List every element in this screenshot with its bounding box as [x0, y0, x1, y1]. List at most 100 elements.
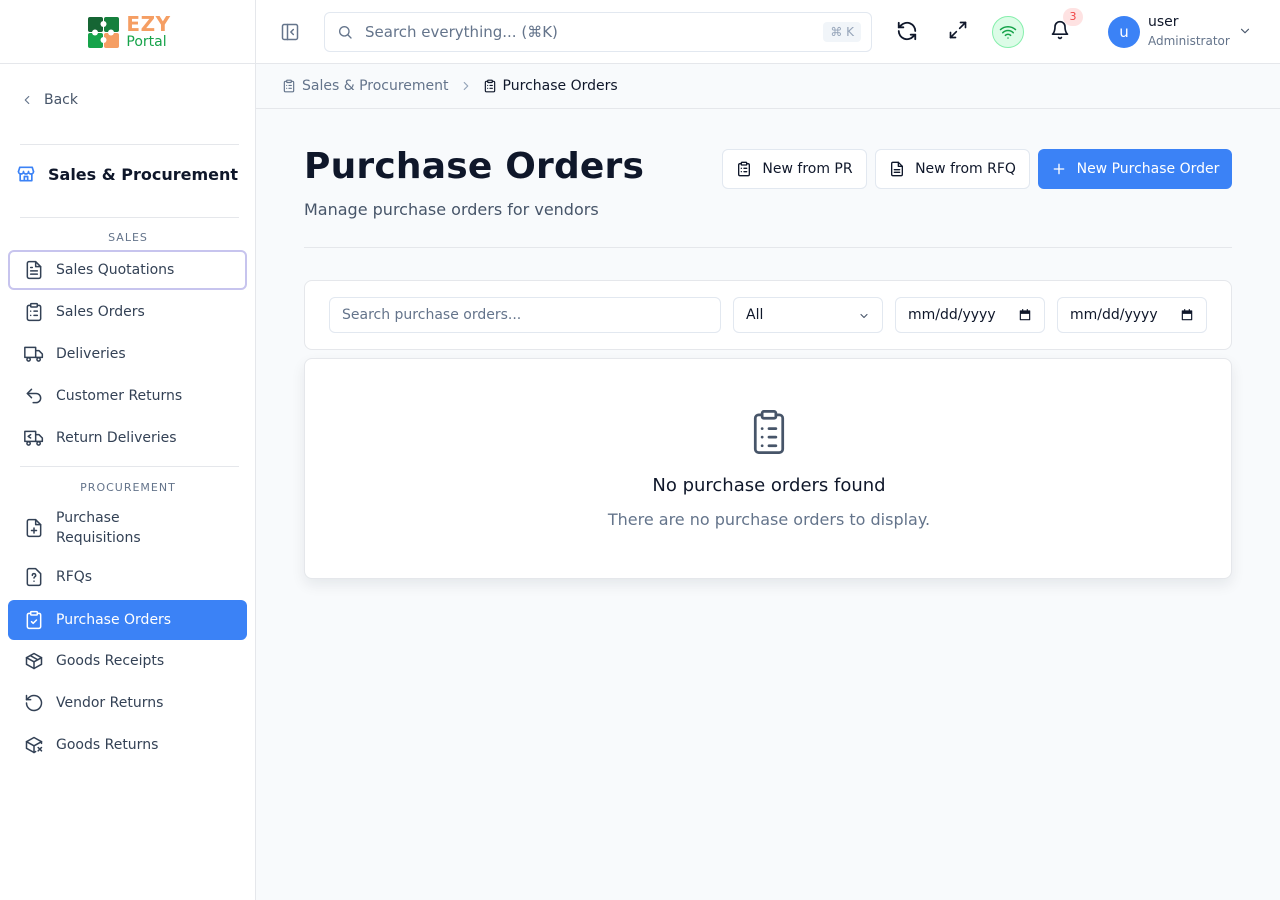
header-divider	[304, 247, 1232, 248]
puzzle-logo-icon	[88, 16, 120, 48]
refresh-button[interactable]	[896, 20, 918, 42]
sidebar-item-label: Sales Orders	[56, 304, 145, 320]
clipboard-check-icon	[26, 610, 42, 630]
sidebar-item-goods-returns[interactable]: Goods Returns	[8, 725, 247, 765]
sidebar-divider	[20, 217, 239, 218]
chevron-left-icon	[24, 95, 30, 105]
truck-return-icon	[24, 430, 44, 446]
plus-icon	[1053, 163, 1064, 175]
section-label-procurement: PROCUREMENT	[80, 481, 176, 494]
global-search-input[interactable]: Search everything... (⌘K) ⌘ K	[324, 12, 872, 52]
status-filter-value: All	[746, 307, 764, 323]
sidebar-item-label: Return Deliveries	[56, 430, 177, 446]
sidebar-item-sales-orders[interactable]: Sales Orders	[8, 292, 247, 332]
refresh-icon	[897, 21, 917, 41]
new-from-rfq-label: New from RFQ	[915, 161, 1016, 177]
clipboard-list-icon	[738, 161, 751, 177]
package-check-icon	[25, 652, 43, 670]
connection-status-button[interactable]	[992, 16, 1024, 48]
po-search-input[interactable]: Search purchase orders...	[329, 297, 721, 333]
sidebar-divider	[20, 466, 239, 467]
date-from-placeholder: mm/dd/yyyy	[908, 307, 996, 323]
date-from-input[interactable]: mm/dd/yyyy	[895, 297, 1045, 333]
search-icon	[339, 26, 352, 39]
new-purchase-order-label: New Purchase Order	[1076, 161, 1220, 177]
package-x-icon	[25, 736, 43, 754]
calendar-icon[interactable]	[1180, 308, 1194, 322]
undo-icon	[26, 388, 42, 404]
sidebar-item-goods-receipts[interactable]: Goods Receipts	[8, 641, 247, 681]
chevron-down-icon	[860, 313, 868, 319]
back-link[interactable]: Back	[20, 92, 78, 108]
breadcrumb: Sales & Procurement Purchase Orders	[256, 64, 1280, 109]
sidebar-item-label: Customer Returns	[56, 388, 183, 404]
logo-secondary-text: Portal	[126, 34, 167, 50]
store-icon	[17, 166, 35, 182]
breadcrumb-item-purchase-orders: Purchase Orders	[483, 78, 618, 94]
chevron-right-icon	[463, 81, 468, 91]
section-label-sales: SALES	[108, 231, 148, 244]
fullscreen-button[interactable]	[948, 20, 968, 40]
sidebar-item-label: Goods Returns	[56, 737, 159, 753]
sidebar-item-customer-returns[interactable]: Customer Returns	[8, 376, 247, 416]
empty-state-title: No purchase orders found	[652, 475, 886, 496]
status-filter-select[interactable]: All	[733, 297, 883, 333]
calendar-icon[interactable]	[1018, 308, 1032, 322]
clipboard-list-icon	[283, 79, 295, 93]
sidebar-divider	[20, 144, 239, 145]
file-plus-icon	[26, 518, 42, 538]
new-from-pr-label: New from PR	[762, 161, 853, 177]
user-role: Administrator	[1148, 34, 1230, 48]
notification-count-badge: 3	[1063, 8, 1083, 26]
sidebar-item-label: RFQs	[56, 569, 93, 585]
clipboard-list-icon	[26, 302, 42, 322]
sidebar-toggle-button[interactable]	[280, 22, 300, 42]
sidebar-item-label: Sales Quotations	[56, 262, 175, 278]
user-avatar[interactable]: u	[1108, 16, 1140, 48]
sidebar-item-purchase-orders[interactable]: Purchase Orders	[8, 600, 247, 640]
sidebar-item-sales-quotations[interactable]: Sales Quotations	[8, 250, 247, 290]
file-text-icon	[26, 260, 42, 280]
file-question-icon	[26, 567, 42, 587]
breadcrumb-label: Sales & Procurement	[302, 78, 449, 94]
new-from-pr-button[interactable]: New from PR	[722, 149, 867, 189]
sidebar-item-label: Purchase Orders	[56, 612, 172, 628]
user-name[interactable]: user	[1148, 14, 1179, 30]
sidebar-item-vendor-returns[interactable]: Vendor Returns	[8, 683, 247, 723]
truck-icon	[24, 346, 44, 362]
empty-state-message: There are no purchase orders to display.	[607, 510, 931, 529]
module-title: Sales & Procurement	[16, 164, 238, 184]
sidebar-item-rfqs[interactable]: RFQs	[8, 557, 247, 597]
global-search-placeholder: Search everything... (⌘K)	[365, 23, 558, 41]
rotate-ccw-icon	[25, 694, 43, 712]
page-title: Purchase Orders	[304, 146, 645, 187]
date-to-input[interactable]: mm/dd/yyyy	[1057, 297, 1207, 333]
sidebar-item-purchase-requisitions[interactable]: Purchase Requisitions	[8, 502, 247, 554]
logo-primary-text: EZY	[126, 12, 171, 36]
po-search-placeholder: Search purchase orders...	[342, 307, 522, 323]
breadcrumb-label: Purchase Orders	[502, 78, 618, 94]
new-from-rfq-button[interactable]: New from RFQ	[875, 149, 1030, 189]
expand-icon	[949, 21, 967, 39]
new-purchase-order-button[interactable]: New Purchase Order	[1038, 149, 1232, 189]
filter-bar: Search purchase orders... All mm/dd/yyyy…	[304, 280, 1232, 350]
sidebar-item-return-deliveries[interactable]: Return Deliveries	[8, 418, 247, 458]
top-header: Search everything... (⌘K) ⌘ K 3 u user A…	[256, 0, 1280, 64]
chevron-down-icon	[1240, 28, 1250, 34]
sidebar-item-label: Deliveries	[56, 346, 126, 362]
back-label: Back	[44, 92, 78, 108]
breadcrumb-item-sales-procurement[interactable]: Sales & Procurement	[282, 78, 449, 94]
clipboard-list-icon	[753, 410, 785, 454]
clipboard-list-icon	[484, 79, 495, 93]
sidebar-item-deliveries[interactable]: Deliveries	[8, 334, 247, 374]
sidebar-item-label: Purchase Requisitions	[56, 510, 141, 546]
sidebar: EZY Portal Back Sales & Procurement SALE…	[0, 0, 256, 900]
search-shortcut-hint: ⌘ K	[823, 22, 861, 42]
user-menu-toggle[interactable]	[1238, 24, 1252, 38]
page-subtitle: Manage purchase orders for vendors	[304, 200, 599, 219]
sidebar-item-label: Goods Receipts	[56, 653, 165, 669]
app-logo[interactable]: EZY Portal	[84, 13, 170, 51]
logo-area: EZY Portal	[0, 0, 255, 64]
panel-left-close-icon	[281, 23, 299, 41]
wifi-icon	[999, 25, 1017, 39]
